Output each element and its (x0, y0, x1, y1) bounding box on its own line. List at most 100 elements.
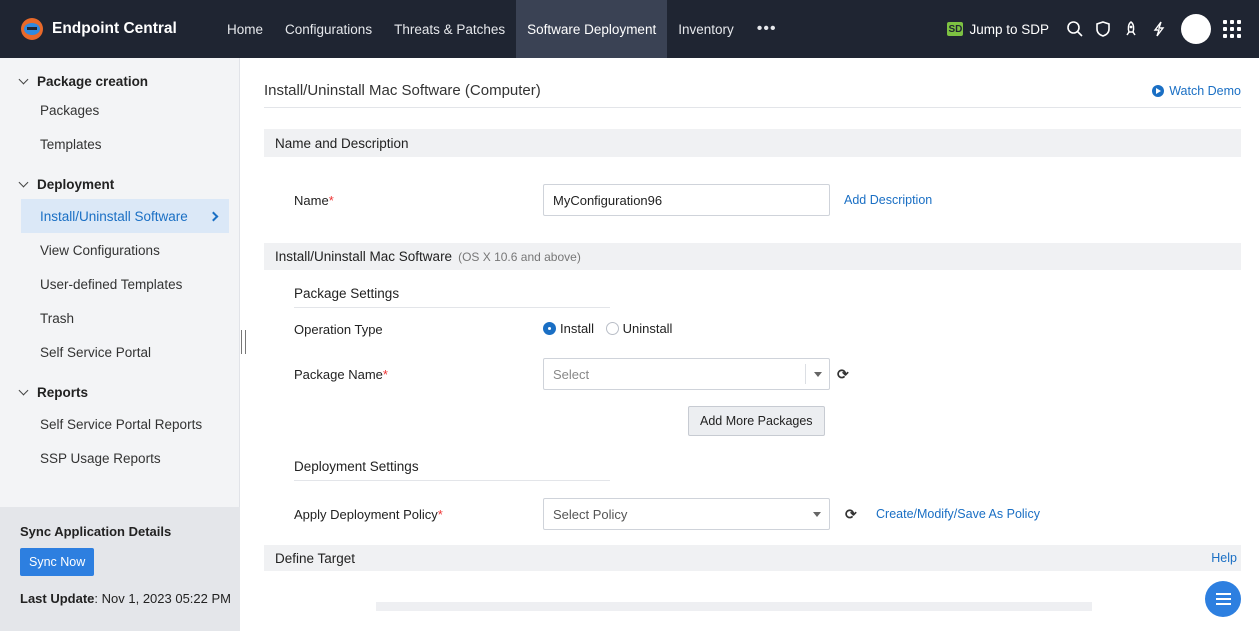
sidebar-resize-handle[interactable] (241, 330, 246, 354)
main-nav: Home Configurations Threats & Patches So… (216, 0, 789, 58)
required-marker: * (382, 366, 388, 382)
nav-threats-patches[interactable]: Threats & Patches (383, 0, 516, 58)
play-icon (1152, 84, 1165, 97)
refresh-icon[interactable]: ⟳ (837, 366, 849, 383)
package-name-placeholder: Select (553, 366, 590, 382)
sdp-icon: SD (947, 22, 964, 36)
nav-configurations[interactable]: Configurations (274, 0, 383, 58)
chevron-down-icon (805, 364, 829, 384)
required-marker: * (328, 192, 334, 208)
section-name-description: Name and Description (264, 129, 1241, 157)
add-more-packages-button[interactable]: Add More Packages (688, 406, 825, 436)
nav-software-deployment[interactable]: Software Deployment (516, 0, 668, 58)
sidebar-group-reports[interactable]: Reports (0, 377, 239, 407)
section-mac-title: Install/Uninstall Mac Software (275, 249, 453, 264)
floating-menu-button[interactable] (1205, 581, 1241, 617)
watch-demo-link[interactable]: Watch Demo (1152, 84, 1241, 98)
radio-uninstall[interactable]: Uninstall (605, 320, 673, 336)
sidebar-group-label: Reports (37, 384, 89, 400)
nav-more-icon[interactable]: ••• (745, 0, 789, 58)
sidebar-item-label: Install/Uninstall Software (40, 208, 188, 224)
deployment-settings-row: Deployment Settings (264, 447, 1241, 483)
help-link[interactable]: Help (1211, 551, 1237, 565)
sidebar-item-self-service-portal[interactable]: Self Service Portal (0, 335, 239, 369)
target-table-header (376, 602, 1092, 611)
deployment-settings-heading: Deployment Settings (294, 459, 610, 481)
radio-uninstall-label: Uninstall (622, 320, 673, 336)
user-avatar[interactable] (1181, 14, 1211, 44)
sidebar-item-user-defined-templates[interactable]: User-defined Templates (0, 267, 239, 301)
sidebar-group-label: Package creation (37, 73, 149, 89)
app-grid-icon[interactable] (1223, 20, 1241, 38)
create-modify-policy-link[interactable]: Create/Modify/Save As Policy (876, 507, 1040, 521)
jump-to-sdp-button[interactable]: SD Jump to SDP (947, 22, 1049, 37)
sidebar-item-install-uninstall-software[interactable]: Install/Uninstall Software (21, 199, 229, 233)
sync-now-button[interactable]: Sync Now (20, 548, 95, 576)
chevron-down-icon (805, 504, 829, 524)
add-more-row: Add More Packages (264, 400, 1241, 447)
radio-unselected-icon (605, 321, 619, 335)
chevron-down-icon (18, 177, 29, 187)
sidebar-group-deployment[interactable]: Deployment (0, 169, 239, 199)
jump-to-sdp-label: Jump to SDP (969, 21, 1049, 37)
section-mac-subtitle: (OS X 10.6 and above) (458, 250, 581, 264)
sidebar-item-ssp-reports[interactable]: Self Service Portal Reports (0, 407, 239, 441)
chevron-right-icon (208, 211, 219, 221)
rocket-icon[interactable] (1118, 16, 1144, 42)
sidebar-item-ssp-usage-reports[interactable]: SSP Usage Reports (0, 441, 239, 475)
package-name-select[interactable]: Select (543, 358, 830, 390)
deployment-policy-label: Apply Deployment Policy* (294, 507, 443, 522)
required-marker: * (437, 506, 443, 522)
package-name-label: Package Name* (294, 367, 388, 382)
section-title: Name and Description (275, 135, 409, 151)
radio-install-label: Install (560, 320, 594, 336)
section-title: Define Target (275, 550, 356, 566)
define-target-body (264, 571, 1241, 611)
watch-demo-label: Watch Demo (1169, 83, 1241, 98)
chevron-down-icon (18, 74, 29, 84)
deployment-policy-placeholder: Select Policy (553, 506, 628, 522)
package-name-label-text: Package Name (294, 366, 383, 382)
section-define-target: Define Target Help (264, 545, 1241, 571)
last-update-value: : Nov 1, 2023 05:22 PM (94, 591, 231, 606)
main-content: Install/Uninstall Mac Software (Computer… (264, 58, 1241, 611)
top-bar: Endpoint Central Home Configurations Thr… (0, 0, 1259, 58)
name-row: Name* MyConfiguration96 Add Description (264, 157, 1241, 243)
section-title: Install/Uninstall Mac Software (OS X 10.6… (275, 249, 581, 264)
brand[interactable]: Endpoint Central (0, 0, 216, 58)
sidebar-item-packages[interactable]: Packages (0, 96, 239, 124)
shield-icon[interactable] (1090, 16, 1116, 42)
operation-type-radios: Install Uninstall (543, 321, 680, 338)
nav-inventory[interactable]: Inventory (667, 0, 745, 58)
top-right-tools: SD Jump to SDP (947, 0, 1259, 58)
radio-selected-icon (543, 321, 556, 335)
page-title: Install/Uninstall Mac Software (Computer… (264, 82, 541, 99)
name-input[interactable]: MyConfiguration96 (543, 184, 830, 216)
endpoint-central-logo-icon (21, 18, 43, 40)
add-description-link[interactable]: Add Description (844, 193, 932, 207)
package-settings-heading: Package Settings (294, 286, 610, 308)
package-settings-row: Package Settings (264, 270, 1241, 310)
name-label-text: Name (294, 192, 329, 208)
app-name: Endpoint Central (52, 20, 177, 37)
radio-install[interactable]: Install (543, 321, 594, 336)
last-update-label: Last Update (20, 591, 95, 606)
refresh-icon[interactable]: ⟳ (845, 506, 857, 523)
name-label: Name* (294, 193, 334, 208)
sidebar-item-trash[interactable]: Trash (0, 301, 239, 335)
sidebar-group-package-creation[interactable]: Package creation (0, 66, 239, 96)
sidebar-group-label: Deployment (37, 176, 115, 192)
sync-title: Sync Application Details (20, 524, 172, 539)
sidebar-item-view-configurations[interactable]: View Configurations (0, 233, 239, 267)
lightning-icon[interactable] (1146, 16, 1172, 42)
page-header: Install/Uninstall Mac Software (Computer… (264, 58, 1241, 108)
sidebar-item-templates[interactable]: Templates (0, 124, 239, 164)
chevron-down-icon (18, 385, 29, 395)
search-icon[interactable] (1062, 16, 1088, 42)
deployment-policy-select[interactable]: Select Policy (543, 498, 830, 530)
section-mac-software: Install/Uninstall Mac Software (OS X 10.6… (264, 243, 1241, 270)
nav-home[interactable]: Home (216, 0, 274, 58)
deployment-policy-label-text: Apply Deployment Policy (294, 506, 438, 522)
operation-type-label: Operation Type (294, 321, 383, 337)
sync-panel: Sync Application Details Sync Now Last U… (0, 507, 240, 631)
